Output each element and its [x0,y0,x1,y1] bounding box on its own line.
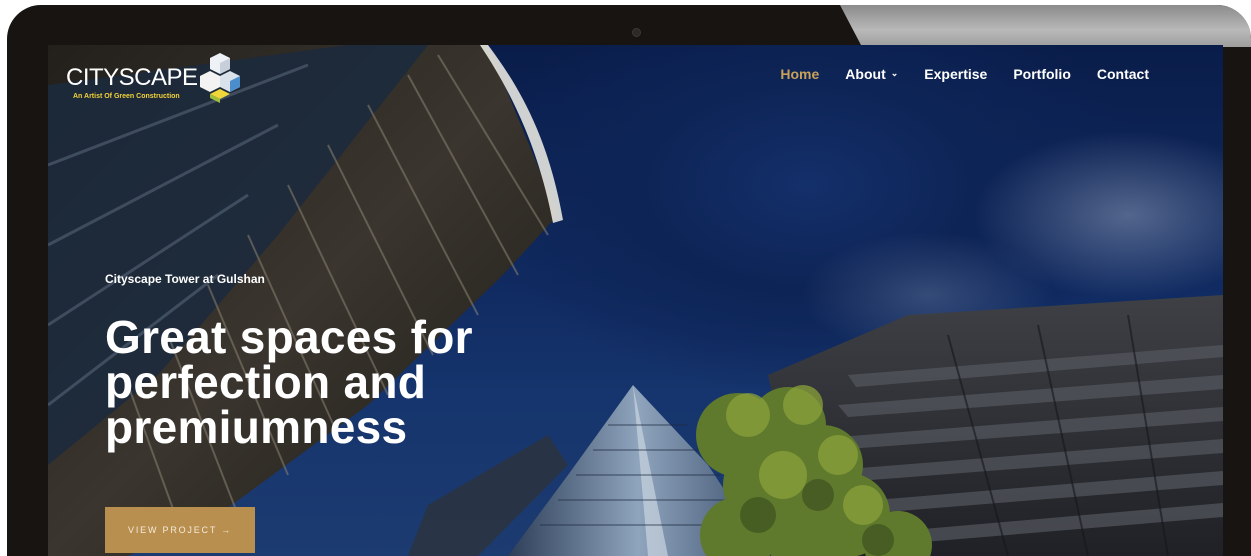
bezel-glare [840,5,1251,47]
nav-home-label: Home [780,66,820,82]
view-project-label: VIEW PROJECT [128,525,218,535]
nav-portfolio-label: Portfolio [1013,66,1071,82]
nav-home[interactable]: Home [780,66,819,82]
nav-portfolio[interactable]: Portfolio [1013,66,1071,82]
nav-about-label: About [845,66,886,82]
nav-contact[interactable]: Contact [1097,66,1149,82]
nav-expertise-label: Expertise [924,66,988,82]
webcam-icon [632,28,641,37]
brand-tagline: An Artist Of Green Construction [73,93,180,100]
hero-headline: Great spaces for perfection and premiumn… [105,311,665,453]
brand-name: CITYSCAPE [66,64,198,91]
nav-expertise[interactable]: Expertise [924,66,987,82]
laptop-mockup: CITYSCAPE An Artist Of Green Constructio… [0,0,1251,556]
nav-contact-label: Contact [1096,66,1149,82]
hero-eyebrow: Cityscape Tower at Gulshan [105,272,265,286]
headline-line-1: Great spaces for [105,311,473,363]
view-project-button[interactable]: VIEW PROJECT → [105,507,255,553]
nav-about[interactable]: About ⌄ [845,66,898,82]
hero-background-image [48,45,1223,556]
headline-line-3: premiumness [105,401,408,453]
cube-stack-icon [200,53,240,103]
headline-line-2: perfection and [105,356,427,408]
main-navigation: Home About ⌄ Expertise Portfolio Contact [780,66,1149,82]
arrow-right-icon: → [221,525,232,535]
brand-logo[interactable]: CITYSCAPE An Artist Of Green Constructio… [66,51,246,103]
website-screen: CITYSCAPE An Artist Of Green Constructio… [48,45,1223,556]
chevron-down-icon: ⌄ [890,67,899,78]
